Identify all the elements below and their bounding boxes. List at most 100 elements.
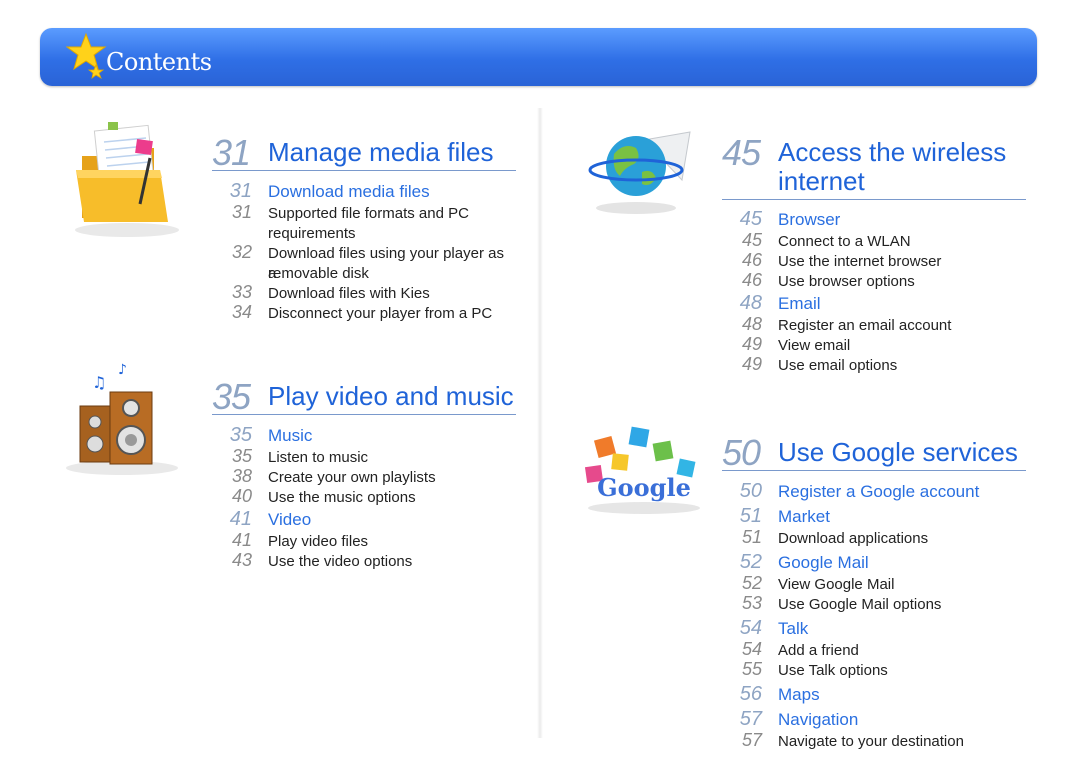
item-label: Use Google Mail options — [778, 596, 942, 613]
section-list: 31 Download media files 31 Supported fil… — [212, 180, 516, 332]
list-item[interactable]: 40 Use the music options — [212, 486, 516, 508]
page-title: Contents — [106, 48, 212, 76]
svg-text:♫: ♫ — [92, 373, 106, 392]
list-item[interactable]: 48 Register an email account — [722, 314, 1026, 336]
list-item[interactable]: 41 Play video files — [212, 530, 516, 552]
item-page-number: 51 — [739, 505, 762, 527]
item-label: Email — [778, 294, 821, 313]
item-label: Disconnect your player from a PC — [268, 305, 493, 322]
item-page-number: 53 — [741, 593, 762, 613]
list-item[interactable]: removable disk — [212, 264, 516, 284]
item-page-number: 43 — [231, 550, 252, 570]
list-item[interactable]: 41 Video — [212, 508, 516, 532]
item-label: Use the internet browser — [778, 253, 942, 270]
item-label: Register a Google account — [778, 482, 980, 501]
item-page-number: 35 — [229, 424, 252, 446]
list-item[interactable]: 46 Use the internet browser — [722, 250, 1026, 272]
list-item[interactable]: 54 Talk — [722, 617, 1026, 641]
item-label: Maps — [778, 685, 820, 704]
item-page-number: 34 — [231, 302, 252, 322]
item-page-number: 57 — [741, 730, 762, 750]
item-page-number: 40 — [231, 486, 252, 506]
google-cubes-icon: Google — [584, 426, 700, 514]
list-item[interactable]: 33 Download files with Kies — [212, 282, 516, 304]
section-header: 50 Use Google services — [722, 432, 1026, 473]
item-label: Use the music options — [268, 489, 416, 506]
item-label: Video — [268, 510, 312, 529]
item-page-number: 54 — [739, 617, 762, 639]
list-item[interactable]: 32 Download files using your player as a — [212, 242, 516, 282]
list-item[interactable]: 52 Google Mail — [722, 551, 1026, 575]
list-item[interactable]: 55 Use Talk options — [722, 659, 1026, 681]
section-title[interactable]: Manage media files — [268, 138, 493, 167]
item-page-number: 50 — [739, 480, 762, 502]
list-item[interactable]: 50 Register a Google account — [722, 480, 1026, 506]
list-item[interactable]: 48 Email — [722, 292, 1026, 316]
item-label: Use Talk options — [778, 662, 888, 679]
item-label: View email — [778, 337, 851, 354]
list-item[interactable]: 35 Music — [212, 424, 516, 448]
list-item[interactable]: 49 Use email options — [722, 354, 1026, 376]
item-label: Supported file formats and PC — [268, 205, 469, 222]
section-manage-media: 31 Manage media files 31 Download media … — [212, 132, 516, 332]
folder-icon — [75, 122, 179, 237]
item-page-number: 48 — [739, 292, 762, 314]
section-page-number: 31 — [212, 132, 251, 173]
section-list: 50 Register a Google account 51 Market 5… — [722, 480, 1026, 752]
list-item[interactable]: 34 Disconnect your player from a PC — [212, 302, 516, 324]
item-label: View Google Mail — [778, 576, 895, 593]
list-item[interactable]: 31 Download media files — [212, 180, 516, 204]
list-item[interactable]: 31 Supported file formats and PC — [212, 202, 516, 224]
item-page-number: 49 — [741, 334, 762, 354]
item-label: Use browser options — [778, 273, 915, 290]
item-page-number: 35 — [231, 446, 252, 466]
item-page-number: 38 — [231, 466, 252, 486]
section-google-services: 50 Use Google services 50 Register a Goo… — [722, 432, 1026, 752]
list-item[interactable]: 57 Navigate to your destination — [722, 730, 1026, 752]
item-page-number: 46 — [741, 270, 762, 290]
item-label: Play video files — [268, 533, 369, 550]
list-item[interactable]: 38 Create your own playlists — [212, 466, 516, 488]
item-page-number: 41 — [229, 508, 252, 530]
list-item[interactable]: 45 Connect to a WLAN — [722, 230, 1026, 252]
svg-text:♪: ♪ — [118, 362, 127, 378]
list-item[interactable]: 43 Use the video options — [212, 550, 516, 572]
list-item[interactable]: requirements — [212, 224, 516, 244]
list-item[interactable]: 46 Use browser options — [722, 270, 1026, 292]
list-item[interactable]: 56 Maps — [722, 683, 1026, 707]
item-page-number: 45 — [739, 208, 762, 230]
column-divider — [537, 108, 543, 738]
item-label: Listen to music — [268, 449, 369, 466]
item-label: Download files with Kies — [268, 285, 430, 302]
section-title[interactable]: Play video and music — [268, 382, 514, 411]
section-list: 35 Music 35 Listen to music 38 Create yo… — [212, 424, 516, 576]
list-item[interactable]: 54 Add a friend — [722, 639, 1026, 661]
globe-icon — [588, 131, 691, 214]
list-item[interactable]: 51 Market — [722, 505, 1026, 529]
section-title-line1[interactable]: Access the wireless — [778, 138, 1006, 167]
item-page-number: 57 — [739, 708, 762, 730]
item-page-number: 31 — [231, 202, 252, 222]
item-page-number: 51 — [741, 527, 762, 547]
item-label: Browser — [778, 210, 841, 229]
section-page-number: 35 — [212, 376, 251, 417]
section-title-line2[interactable]: internet — [778, 167, 865, 196]
list-item[interactable]: 53 Use Google Mail options — [722, 593, 1026, 615]
section-page-number: 50 — [722, 432, 761, 473]
list-item[interactable]: 51 Download applications — [722, 527, 1026, 549]
list-item[interactable]: 57 Navigation — [722, 708, 1026, 732]
list-item[interactable]: 52 View Google Mail — [722, 573, 1026, 595]
item-page-number: 48 — [741, 314, 762, 334]
item-label: Navigate to your destination — [778, 733, 964, 750]
section-rule — [722, 199, 1026, 200]
item-label: Create your own playlists — [268, 469, 436, 486]
list-item[interactable]: 35 Listen to music — [212, 446, 516, 468]
item-label: Use email options — [778, 357, 898, 374]
item-label: Download media files — [268, 182, 430, 201]
section-title[interactable]: Use Google services — [778, 438, 1018, 467]
item-label: Talk — [778, 619, 809, 638]
item-label: Google Mail — [778, 553, 869, 572]
section-list: 45 Browser 45 Connect to a WLAN 46 Use t… — [722, 208, 1026, 380]
list-item[interactable]: 45 Browser — [722, 208, 1026, 232]
list-item[interactable]: 49 View email — [722, 334, 1026, 356]
